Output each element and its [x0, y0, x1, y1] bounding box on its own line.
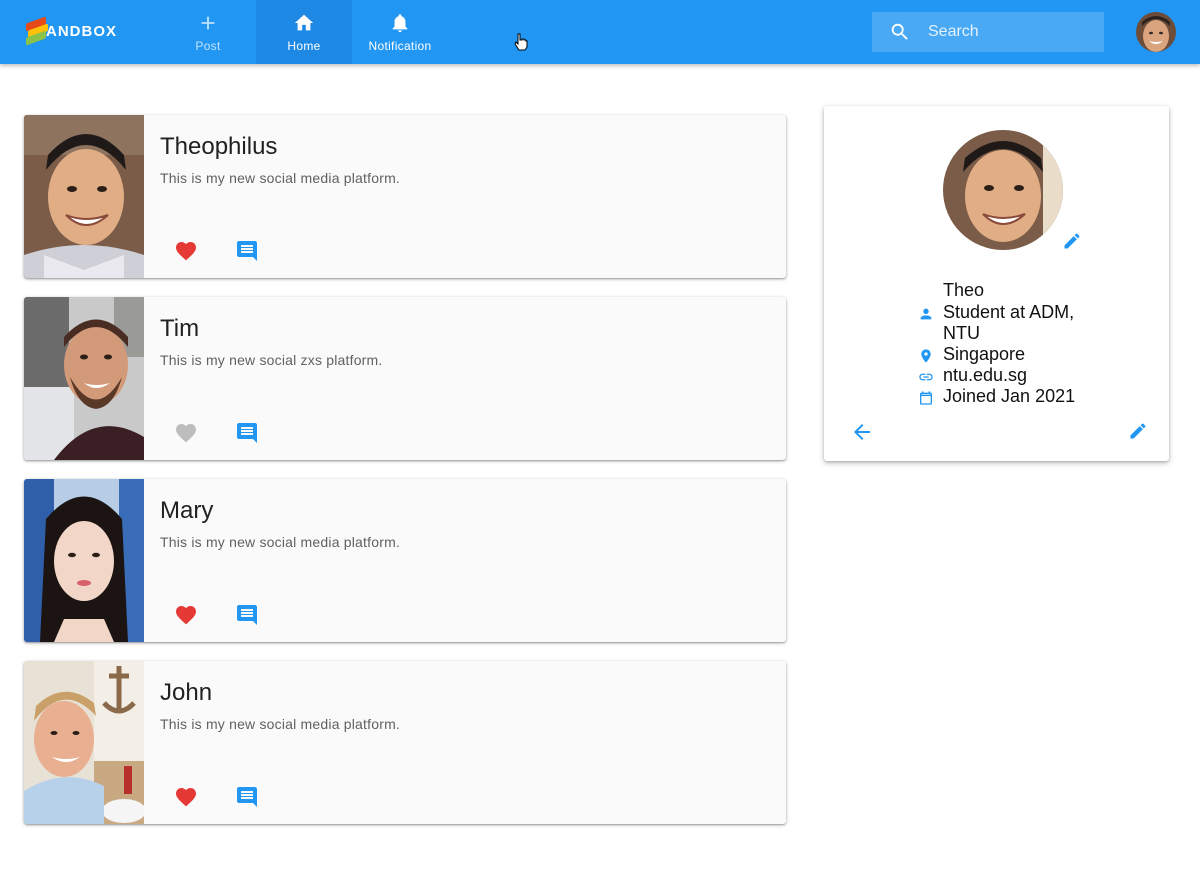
post-body-text: This is my new social media platform.	[160, 534, 401, 550]
post-body-text: This is my new social media platform.	[160, 170, 401, 186]
post-photo[interactable]	[24, 115, 144, 278]
post-card: Tim This is my new social zxs platform.	[24, 297, 786, 460]
profile-card: Theo Student at ADM, NTU Singapore ntu.e…	[824, 106, 1169, 461]
heart-icon[interactable]	[174, 785, 198, 809]
search-input[interactable]	[928, 23, 1088, 41]
post-body-text: This is my new social media platform.	[160, 716, 401, 732]
post-photo[interactable]	[24, 297, 144, 460]
post-card: Theophilus This is my new social media p…	[24, 115, 786, 278]
post-author-name[interactable]: Tim	[160, 315, 199, 343]
comment-icon[interactable]	[235, 239, 259, 263]
post-card: Mary This is my new social media platfor…	[24, 479, 786, 642]
comment-icon[interactable]	[235, 603, 259, 627]
nav-post-label: Post	[195, 39, 221, 53]
nav-post-button[interactable]: Post	[160, 0, 256, 64]
edit-photo-icon[interactable]	[1062, 231, 1082, 251]
profile-location-row: Singapore	[918, 344, 1025, 365]
heart-icon[interactable]	[174, 239, 198, 263]
profile-joined-row: Joined Jan 2021	[918, 386, 1075, 407]
heart-icon[interactable]	[174, 421, 198, 445]
edit-profile-icon[interactable]	[1128, 421, 1148, 441]
comment-icon[interactable]	[235, 421, 259, 445]
nav-home-label: Home	[287, 39, 321, 53]
logo-text: ANDBOX	[46, 22, 118, 40]
app-bar: ANDBOX Post Home Notification	[0, 0, 1200, 64]
heart-icon[interactable]	[174, 603, 198, 627]
post-body-text: This is my new social zxs platform.	[160, 352, 383, 368]
post-photo[interactable]	[24, 661, 144, 824]
search-box	[872, 12, 1104, 52]
calendar-icon	[920, 391, 932, 405]
post-card: John This is my new social media platfor…	[24, 661, 786, 824]
post-author-name[interactable]: John	[160, 679, 212, 707]
profile-bio-row: Student at ADM, NTU	[918, 302, 1083, 344]
plus-icon	[201, 16, 215, 30]
nav-home-button[interactable]: Home	[256, 0, 352, 64]
location-pin-icon	[921, 349, 931, 363]
post-photo[interactable]	[24, 479, 144, 642]
nav-notification-label: Notification	[368, 39, 432, 53]
user-avatar[interactable]	[1136, 12, 1176, 52]
profile-website-row: ntu.edu.sg	[918, 365, 1027, 386]
profile-website-link[interactable]: ntu.edu.sg	[943, 365, 1027, 386]
mouse-cursor-icon	[514, 33, 528, 51]
home-icon	[294, 14, 314, 31]
logo-icon	[26, 16, 48, 46]
back-arrow-icon[interactable]	[850, 420, 874, 444]
profile-avatar	[943, 130, 1063, 250]
person-icon	[920, 308, 932, 320]
profile-joined: Joined Jan 2021	[943, 386, 1076, 406]
bell-icon	[392, 14, 408, 33]
profile-location: Singapore	[943, 344, 1026, 364]
comment-icon[interactable]	[235, 785, 259, 809]
post-author-name[interactable]: Theophilus	[160, 133, 277, 161]
profile-handle[interactable]: Theo	[943, 280, 984, 301]
logo[interactable]: ANDBOX	[26, 16, 117, 46]
nav-notification-button[interactable]: Notification	[352, 0, 448, 64]
search-icon	[891, 23, 908, 40]
post-author-name[interactable]: Mary	[160, 497, 213, 525]
link-icon	[919, 373, 933, 381]
profile-bio: Student at ADM, NTU	[943, 302, 1075, 343]
